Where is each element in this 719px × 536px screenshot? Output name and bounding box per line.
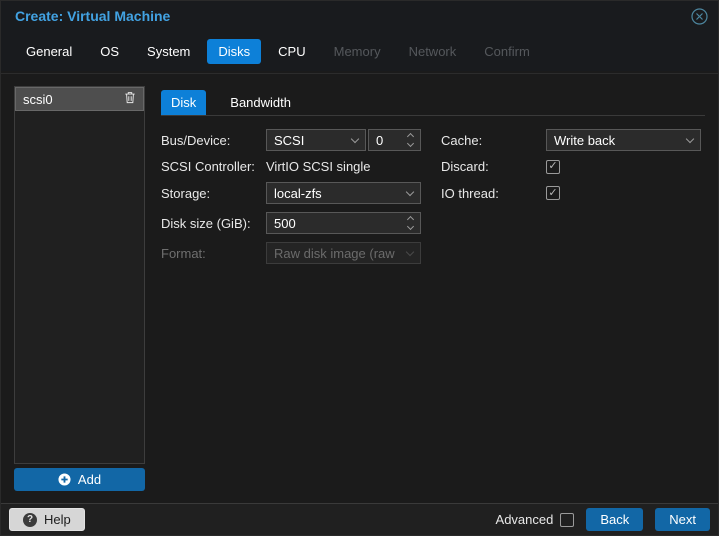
disk-panel-tabs: Disk Bandwidth: [161, 86, 705, 116]
format-label: Format:: [161, 245, 206, 261]
close-icon[interactable]: [690, 7, 708, 25]
storage-select[interactable]: local-zfs: [266, 182, 421, 204]
tab-bandwidth[interactable]: Bandwidth: [220, 90, 301, 115]
io-thread-label: IO thread:: [441, 185, 499, 201]
device-number-value: 0: [376, 132, 384, 148]
footer-actions: Advanced Back Next: [496, 508, 710, 531]
storage-select-value: local-zfs: [274, 185, 322, 201]
device-number-stepper[interactable]: 0: [368, 129, 421, 151]
bus-select[interactable]: SCSI: [266, 129, 366, 151]
bus-device-field: SCSI 0: [266, 129, 421, 151]
bus-select-value: SCSI: [274, 132, 305, 148]
disk-sidebar: scsi0 Add: [14, 86, 145, 491]
back-button[interactable]: Back: [586, 508, 644, 531]
spinner-arrows-icon[interactable]: [406, 132, 415, 148]
tab-cpu[interactable]: CPU: [267, 39, 316, 64]
scsi-controller-label: SCSI Controller:: [161, 159, 255, 174]
cache-select-value: Write back: [554, 132, 616, 148]
tab-general[interactable]: General: [15, 39, 83, 64]
spinner-arrows-icon[interactable]: [406, 215, 415, 231]
tab-disk[interactable]: Disk: [161, 90, 207, 115]
disk-list-item-scsi0[interactable]: scsi0: [15, 87, 144, 111]
disk-size-value: 500: [274, 215, 296, 231]
wizard-tab-bar: General OS System Disks CPU Memory Netwo…: [1, 31, 718, 71]
content-area: scsi0 Add Disk Bandwidth Bus/Device: SCS…: [1, 73, 718, 503]
next-button[interactable]: Next: [655, 508, 710, 531]
io-thread-checkbox[interactable]: [546, 186, 560, 200]
discard-label: Discard:: [441, 159, 489, 174]
plus-circle-icon: [58, 473, 71, 486]
tab-memory: Memory: [333, 43, 381, 59]
trash-icon[interactable]: [124, 91, 136, 107]
format-select: Raw disk image (raw: [266, 242, 421, 264]
help-button-label: Help: [44, 512, 71, 527]
cache-select[interactable]: Write back: [546, 129, 701, 151]
add-button-label: Add: [77, 472, 102, 487]
create-vm-dialog: Create: Virtual Machine General OS Syste…: [0, 0, 719, 536]
disk-size-label: Disk size (GiB):: [161, 215, 251, 231]
disk-item-label: scsi0: [23, 91, 53, 107]
tab-network: Network: [408, 43, 457, 59]
title-bar: Create: Virtual Machine: [1, 1, 718, 31]
tab-os[interactable]: OS: [89, 39, 130, 64]
format-select-value: Raw disk image (raw: [274, 245, 395, 261]
help-button[interactable]: Help: [9, 508, 85, 531]
advanced-label: Advanced: [495, 512, 554, 527]
cache-label: Cache:: [441, 132, 483, 148]
advanced-toggle: Advanced: [496, 512, 575, 527]
disk-panel: Disk Bandwidth Bus/Device: SCSI 0 Cache:…: [145, 86, 705, 491]
disk-form: Bus/Device: SCSI 0 Cache: Write back SCS…: [161, 129, 705, 264]
dialog-title: Create: Virtual Machine: [15, 8, 171, 24]
disk-size-stepper[interactable]: 500: [266, 212, 421, 234]
add-disk-button[interactable]: Add: [14, 468, 145, 491]
scsi-controller-value: VirtIO SCSI single: [266, 159, 371, 174]
discard-checkbox[interactable]: [546, 159, 560, 174]
chevron-down-icon: [405, 187, 415, 196]
chevron-down-icon: [405, 247, 415, 256]
bus-device-label: Bus/Device:: [161, 132, 231, 148]
advanced-checkbox[interactable]: [560, 512, 575, 527]
chevron-down-icon: [685, 134, 695, 143]
disk-list: scsi0: [14, 86, 145, 464]
tab-confirm: Confirm: [484, 43, 530, 59]
tab-system[interactable]: System: [136, 39, 201, 64]
tab-disks[interactable]: Disks: [207, 38, 262, 64]
storage-label: Storage:: [161, 185, 211, 201]
chevron-down-icon: [350, 134, 360, 143]
question-circle-icon: [23, 512, 37, 527]
footer-bar: Help Advanced Back Next: [1, 503, 718, 535]
